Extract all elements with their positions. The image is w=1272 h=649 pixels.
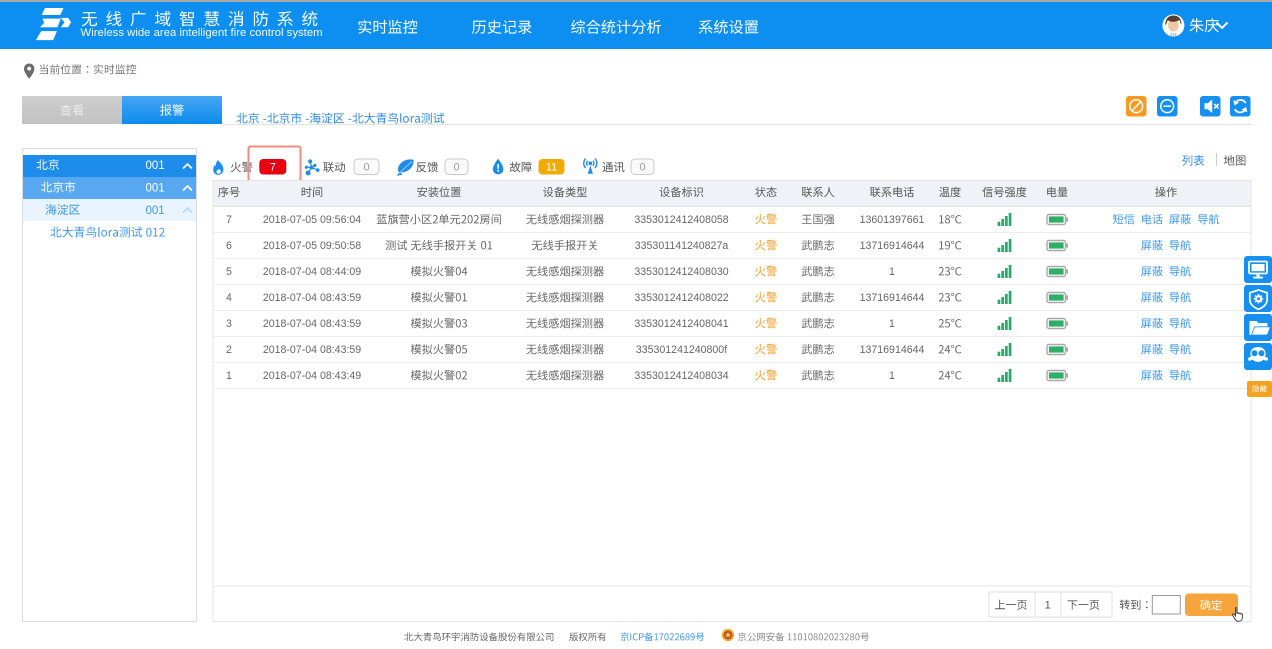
svg-text:0: 0 [639,162,645,174]
svg-text:2018-07-04 08:43:59: 2018-07-04 08:43:59 [263,292,361,304]
svg-text:13716914644: 13716914644 [860,344,925,356]
svg-text:3353012412408041: 3353012412408041 [634,318,728,330]
svg-text:13716914644: 13716914644 [860,240,925,252]
svg-text:335301141240827a: 335301141240827a [635,240,729,252]
svg-text:001: 001 [146,160,165,172]
svg-text:3353012412408030: 3353012412408030 [634,266,728,278]
svg-text:2018-07-04 08:43:49: 2018-07-04 08:43:49 [263,370,361,382]
svg-text:001: 001 [146,182,165,194]
svg-text:Wireless wide area intelligent: Wireless wide area intelligent fire cont… [81,27,323,39]
svg-text:2018-07-05 09:56:04: 2018-07-05 09:56:04 [263,214,361,226]
svg-text:1: 1 [1045,599,1051,611]
svg-text:3353012412408034: 3353012412408034 [634,370,728,382]
svg-text:0: 0 [453,162,459,174]
svg-text:2: 2 [226,344,232,356]
svg-text:2018-07-04 08:44:09: 2018-07-04 08:44:09 [263,266,361,278]
svg-text:11: 11 [546,162,557,174]
svg-text:13601397661: 13601397661 [860,214,925,226]
svg-text:7: 7 [226,214,232,226]
svg-text:1: 1 [226,370,232,382]
svg-text:1: 1 [889,266,895,278]
svg-text:3353012412408058: 3353012412408058 [634,214,728,226]
svg-text:335301241240800f: 335301241240800f [636,344,727,356]
svg-text:13716914644: 13716914644 [860,292,925,304]
svg-text:3: 3 [226,318,232,330]
svg-text:7: 7 [270,162,276,174]
svg-text:001: 001 [146,205,165,217]
svg-text:2018-07-04 08:43:59: 2018-07-04 08:43:59 [263,344,361,356]
svg-text:2018-07-04 08:43:59: 2018-07-04 08:43:59 [263,318,361,330]
svg-text:1: 1 [889,318,895,330]
svg-text:3353012412408022: 3353012412408022 [634,292,728,304]
svg-text:6: 6 [226,240,232,252]
svg-text:0: 0 [363,162,369,174]
svg-text:2018-07-05 09:50:58: 2018-07-05 09:50:58 [263,240,361,252]
svg-text:5: 5 [226,266,232,278]
svg-text:1: 1 [889,370,895,382]
svg-text:4: 4 [226,292,232,304]
